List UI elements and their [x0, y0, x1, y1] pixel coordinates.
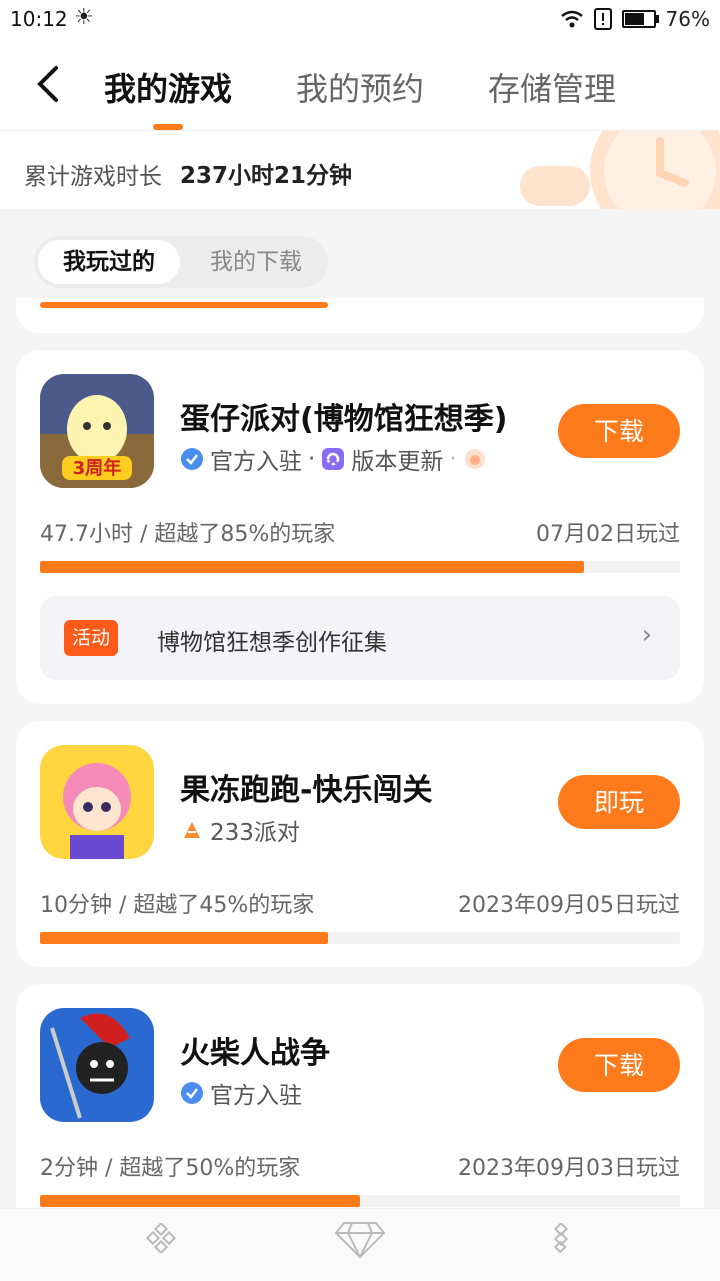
tag-233-party: 233派对: [210, 820, 300, 846]
sun-icon: ☀: [74, 5, 94, 30]
status-time: 10:12: [10, 7, 68, 31]
game-tags: 233派对: [180, 813, 300, 847]
svg-text:3周年: 3周年: [73, 457, 122, 479]
battery-percent: 76%: [665, 7, 710, 31]
game-card[interactable]: 火柴人战争 官方入驻 下载 2分钟 / 超越了50%的玩家 2023年09月03…: [16, 984, 704, 1230]
subtab-switch: 我玩过的 我的下载: [34, 236, 328, 288]
tab-storage[interactable]: 存储管理: [488, 64, 616, 110]
status-bar: 10:12 ☀ 76%: [0, 0, 720, 40]
tab-my-reservations[interactable]: 我的预约: [296, 64, 424, 110]
game-icon-stick-war[interactable]: [40, 1008, 154, 1122]
tab-my-games[interactable]: 我的游戏: [104, 64, 232, 110]
flame-icon: [464, 449, 485, 469]
tag-official: 官方入驻: [210, 1083, 302, 1109]
game-tags: 官方入驻: [180, 1076, 302, 1110]
tag-separator: ·: [308, 446, 316, 472]
party-233-icon: [184, 822, 200, 838]
game-title[interactable]: 火柴人战争: [180, 1028, 330, 1072]
activity-text: 博物馆狂想季创作征集: [157, 630, 387, 656]
last-played-date: 2023年09月05日玩过: [458, 893, 680, 918]
clock-gamepad-decoration-icon: [520, 131, 720, 209]
diamond-grid-icon[interactable]: [546, 1223, 576, 1253]
verified-badge-icon: [181, 448, 203, 470]
subtab-downloads[interactable]: 我的下载: [184, 236, 328, 288]
progress-bar: [40, 932, 328, 944]
playtime-summary: 累计游戏时长 237小时21分钟: [0, 131, 720, 209]
progress-track: [40, 561, 680, 573]
game-title[interactable]: 果冻跑跑-快乐闯关: [180, 765, 432, 809]
activity-banner[interactable]: 活动 博物馆狂想季创作征集 ›: [40, 596, 680, 680]
tag-separator: ·: [449, 446, 457, 472]
game-tags: 官方入驻 · 版本更新 ·: [180, 442, 487, 476]
last-played-date: 2023年09月03日玩过: [458, 1156, 680, 1181]
game-title[interactable]: 蛋仔派对(博物馆狂想季): [180, 394, 507, 438]
game-card[interactable]: 3周年 蛋仔派对(博物馆狂想季) 官方入驻 · 版本更新 · 下载 47.7小时…: [16, 350, 704, 704]
download-button[interactable]: 下载: [558, 404, 680, 458]
gem-icon[interactable]: [334, 1219, 386, 1259]
status-icons: 76%: [560, 7, 710, 31]
play-stat: 2分钟 / 超越了50%的玩家: [40, 1156, 301, 1181]
progress-bar: [40, 1195, 360, 1207]
tag-version-update: 版本更新: [351, 449, 444, 475]
battery-icon: [621, 10, 659, 28]
last-played-date: 07月02日玩过: [536, 522, 680, 547]
alert-icon: [593, 8, 612, 30]
diamond-grid-icon[interactable]: [146, 1223, 176, 1253]
update-icon: [322, 448, 345, 470]
tab-indicator: [153, 124, 183, 130]
tag-official: 官方入驻: [210, 449, 302, 475]
back-arrow-icon[interactable]: [32, 62, 68, 106]
play-stat: 47.7小时 / 超越了85%的玩家: [40, 522, 336, 547]
playtime-value: 237小时21分钟: [180, 163, 353, 189]
progress-bar: [40, 302, 328, 308]
progress-track: [40, 1195, 680, 1207]
subtab-played[interactable]: 我玩过的: [38, 240, 180, 284]
play-stat: 10分钟 / 超越了45%的玩家: [40, 893, 315, 918]
chevron-right-icon: ›: [641, 620, 652, 650]
progress-bar: [40, 561, 584, 573]
game-icon-jelly-run[interactable]: [40, 745, 154, 859]
verified-badge-icon: [181, 1082, 203, 1104]
wifi-icon: [560, 10, 583, 28]
download-button[interactable]: 下载: [558, 1038, 680, 1092]
activity-badge: 活动: [64, 620, 119, 656]
bottom-nav: [0, 1208, 720, 1281]
game-icon-eggy-party[interactable]: 3周年: [40, 374, 154, 488]
game-card[interactable]: 果冻跑跑-快乐闯关 233派对 即玩 10分钟 / 超越了45%的玩家 2023…: [16, 721, 704, 967]
game-card-partial: [16, 298, 704, 333]
play-now-button[interactable]: 即玩: [558, 775, 680, 829]
progress-track: [40, 932, 680, 944]
playtime-label: 累计游戏时长: [24, 164, 162, 190]
header: 我的游戏 我的预约 存储管理: [0, 40, 720, 131]
